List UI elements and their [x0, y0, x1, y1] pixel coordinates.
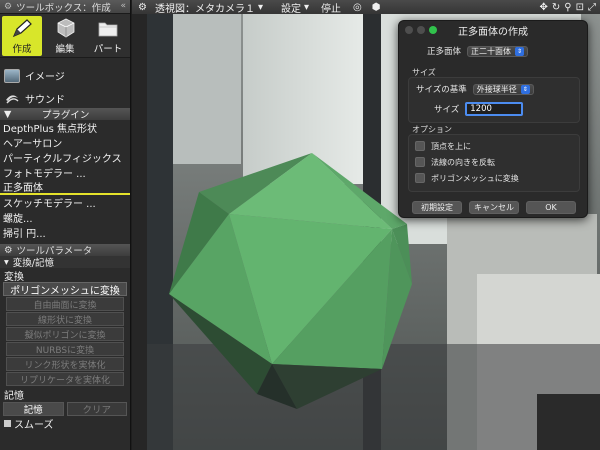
disabled-convert-button: 自由曲面に変換	[6, 297, 124, 311]
tool-image-label: イメージ	[25, 72, 65, 83]
dialog-title: 正多面体の作成	[458, 26, 528, 38]
plugin-item[interactable]: 掃引 円...	[0, 225, 130, 240]
memory-label: 記憶	[4, 390, 24, 402]
plugin-item-selected[interactable]: 正多面体	[0, 180, 130, 195]
disabled-convert-button: リプリケータを実体化	[6, 372, 124, 386]
smooth-section[interactable]: スムーズ	[0, 416, 130, 431]
view-title[interactable]: 透視図：メタカメラ１	[155, 0, 255, 15]
plugin-header-label: プラグイン	[41, 110, 90, 121]
size-basis-value: 外接球半径	[476, 84, 517, 94]
close-button[interactable]	[405, 26, 413, 34]
mode-part-button[interactable]: パート	[88, 16, 128, 56]
checkbox[interactable]	[415, 173, 425, 183]
plugin-header[interactable]: ▼ プラグイン	[0, 108, 130, 121]
chevron-down-icon[interactable]: ▾	[304, 2, 309, 13]
mode-tabs: 作成 編集 パート	[0, 14, 130, 58]
chevron-down-icon[interactable]: ▾	[258, 2, 263, 13]
mode-edit-label: 編集	[55, 44, 75, 55]
move-icon[interactable]: ✥	[540, 2, 548, 13]
cube-view-icon[interactable]: ⬢	[372, 2, 381, 13]
chevron-updown-icon: ⇕	[520, 84, 530, 94]
reset-button[interactable]: 初期設定	[412, 201, 462, 214]
checkbox[interactable]	[415, 141, 425, 151]
size-basis-select[interactable]: 外接球半径 ⇕	[472, 83, 534, 95]
pen-icon	[12, 19, 32, 38]
plugin-item[interactable]: DepthPlus 焦点形状	[0, 120, 130, 135]
size-input[interactable]: 1200	[465, 102, 524, 116]
collapse-icon[interactable]: «	[120, 1, 126, 11]
toolbox-title: ツールボックス：作成	[16, 2, 111, 14]
memory-clear-button: クリア	[66, 402, 127, 416]
square-icon	[4, 419, 11, 427]
option-vertex-up[interactable]: 頂点を上に	[415, 138, 579, 154]
option-label: ポリゴンメッシュに変換	[431, 173, 519, 183]
memory-buttons: 記憶 クリア	[0, 402, 130, 416]
dialog-titlebar[interactable]: 正多面体の作成	[399, 21, 587, 39]
convert-label: 変換	[4, 271, 24, 283]
tool-sound[interactable]: サウンド	[0, 89, 130, 108]
plugin-item[interactable]: 螺旋...	[0, 210, 130, 225]
tool-image[interactable]: イメージ	[0, 66, 130, 85]
option-polygon-mesh[interactable]: ポリゴンメッシュに変換	[415, 170, 579, 186]
image-icon	[4, 68, 20, 83]
settings-menu[interactable]: 設定	[281, 0, 301, 15]
zoom-button[interactable]	[429, 26, 437, 34]
disabled-convert-button: 擬似ポリゴンに変換	[6, 327, 124, 341]
toolbox-panel: ⚙ ツールボックス：作成 « 作成 編集 パート イメージ サウンド ▼ プラグ…	[0, 0, 131, 450]
plugin-item[interactable]: スケッチモデラー ...	[0, 195, 130, 210]
size-row: サイズ 1200	[434, 102, 524, 116]
target-icon[interactable]: ◎	[353, 2, 362, 13]
plugin-item[interactable]: ヘアーサロン	[0, 135, 130, 150]
plugin-item[interactable]: フォトモデラー ...	[0, 165, 130, 180]
disclosure-triangle-icon[interactable]: ▼	[4, 109, 11, 120]
mode-edit-button[interactable]: 編集	[45, 16, 85, 56]
checkbox[interactable]	[415, 157, 425, 167]
viewport-toolbar: ⚙ 透視図：メタカメラ１ ▾ 設定 ▾ 停止 ◎ ⬢ ✥ ↻ ⚲ ⊡ ⤢	[132, 0, 600, 15]
mode-part-label: パート	[93, 44, 123, 55]
convert-memory-section[interactable]: ▾ 変換/記憶	[0, 256, 130, 269]
polyhedron-row: 正多面体 正二十面体 ⇕	[427, 45, 529, 57]
toolbox-header[interactable]: ⚙ ツールボックス：作成 «	[0, 0, 130, 14]
option-label: 頂点を上に	[431, 141, 471, 151]
option-label: 法線の向きを反転	[431, 157, 495, 167]
size-label: サイズ	[434, 105, 460, 115]
mode-create-label: 作成	[12, 44, 32, 55]
window-controls	[405, 26, 437, 34]
size-basis-label: サイズの基準	[416, 85, 467, 95]
ok-button[interactable]: OK	[526, 201, 576, 214]
options-group: 頂点を上に 法線の向きを反転 ポリゴンメッシュに変換	[408, 134, 580, 192]
plugin-item[interactable]: パーティクルフィジックス	[0, 150, 130, 165]
gear-icon[interactable]: ⚙	[138, 2, 147, 13]
sound-icon	[6, 94, 19, 103]
polyhedron-select[interactable]: 正二十面体 ⇕	[467, 45, 529, 57]
cancel-button[interactable]: キャンセル	[469, 201, 519, 214]
fit-icon[interactable]: ⊡	[576, 2, 584, 13]
disclosure-triangle-icon[interactable]: ▾	[4, 257, 9, 268]
smooth-label: スムーズ	[14, 419, 54, 431]
cube-icon	[57, 18, 75, 38]
gear-icon[interactable]: ⚙	[4, 2, 12, 12]
chevron-updown-icon: ⇕	[515, 46, 525, 56]
memory-store-button[interactable]: 記憶	[3, 402, 64, 416]
disabled-convert-button: リンク形状を実体化	[6, 357, 124, 371]
disabled-convert-button: 線形状に変換	[6, 312, 124, 326]
convert-polygon-mesh-button[interactable]: ポリゴンメッシュに変換	[3, 282, 127, 297]
mode-create-button[interactable]: 作成	[2, 16, 42, 56]
disabled-convert-button: NURBSに変換	[6, 342, 124, 356]
stop-button[interactable]: 停止	[321, 0, 341, 15]
expand-icon[interactable]: ⤢	[588, 2, 596, 13]
minimize-button[interactable]	[417, 26, 425, 34]
option-flip-normals[interactable]: 法線の向きを反転	[415, 154, 579, 170]
rotate-icon[interactable]: ↻	[552, 2, 560, 13]
polyhedron-label: 正多面体	[427, 47, 462, 57]
polyhedron-value: 正二十面体	[471, 46, 512, 56]
tool-sound-label: サウンド	[25, 95, 65, 106]
viewport-side-strip	[132, 14, 147, 450]
size-group: サイズの基準 外接球半径 ⇕ サイズ 1200	[408, 77, 580, 123]
size-basis-row: サイズの基準 外接球半径 ⇕	[416, 83, 534, 95]
create-polyhedron-dialog: 正多面体の作成 正多面体 正二十面体 ⇕ サイズ サイズの基準 外接球半径 ⇕ …	[398, 20, 588, 218]
zoom-icon[interactable]: ⚲	[564, 2, 571, 13]
folder-icon	[98, 22, 118, 37]
gear-icon[interactable]: ⚙	[4, 245, 13, 256]
